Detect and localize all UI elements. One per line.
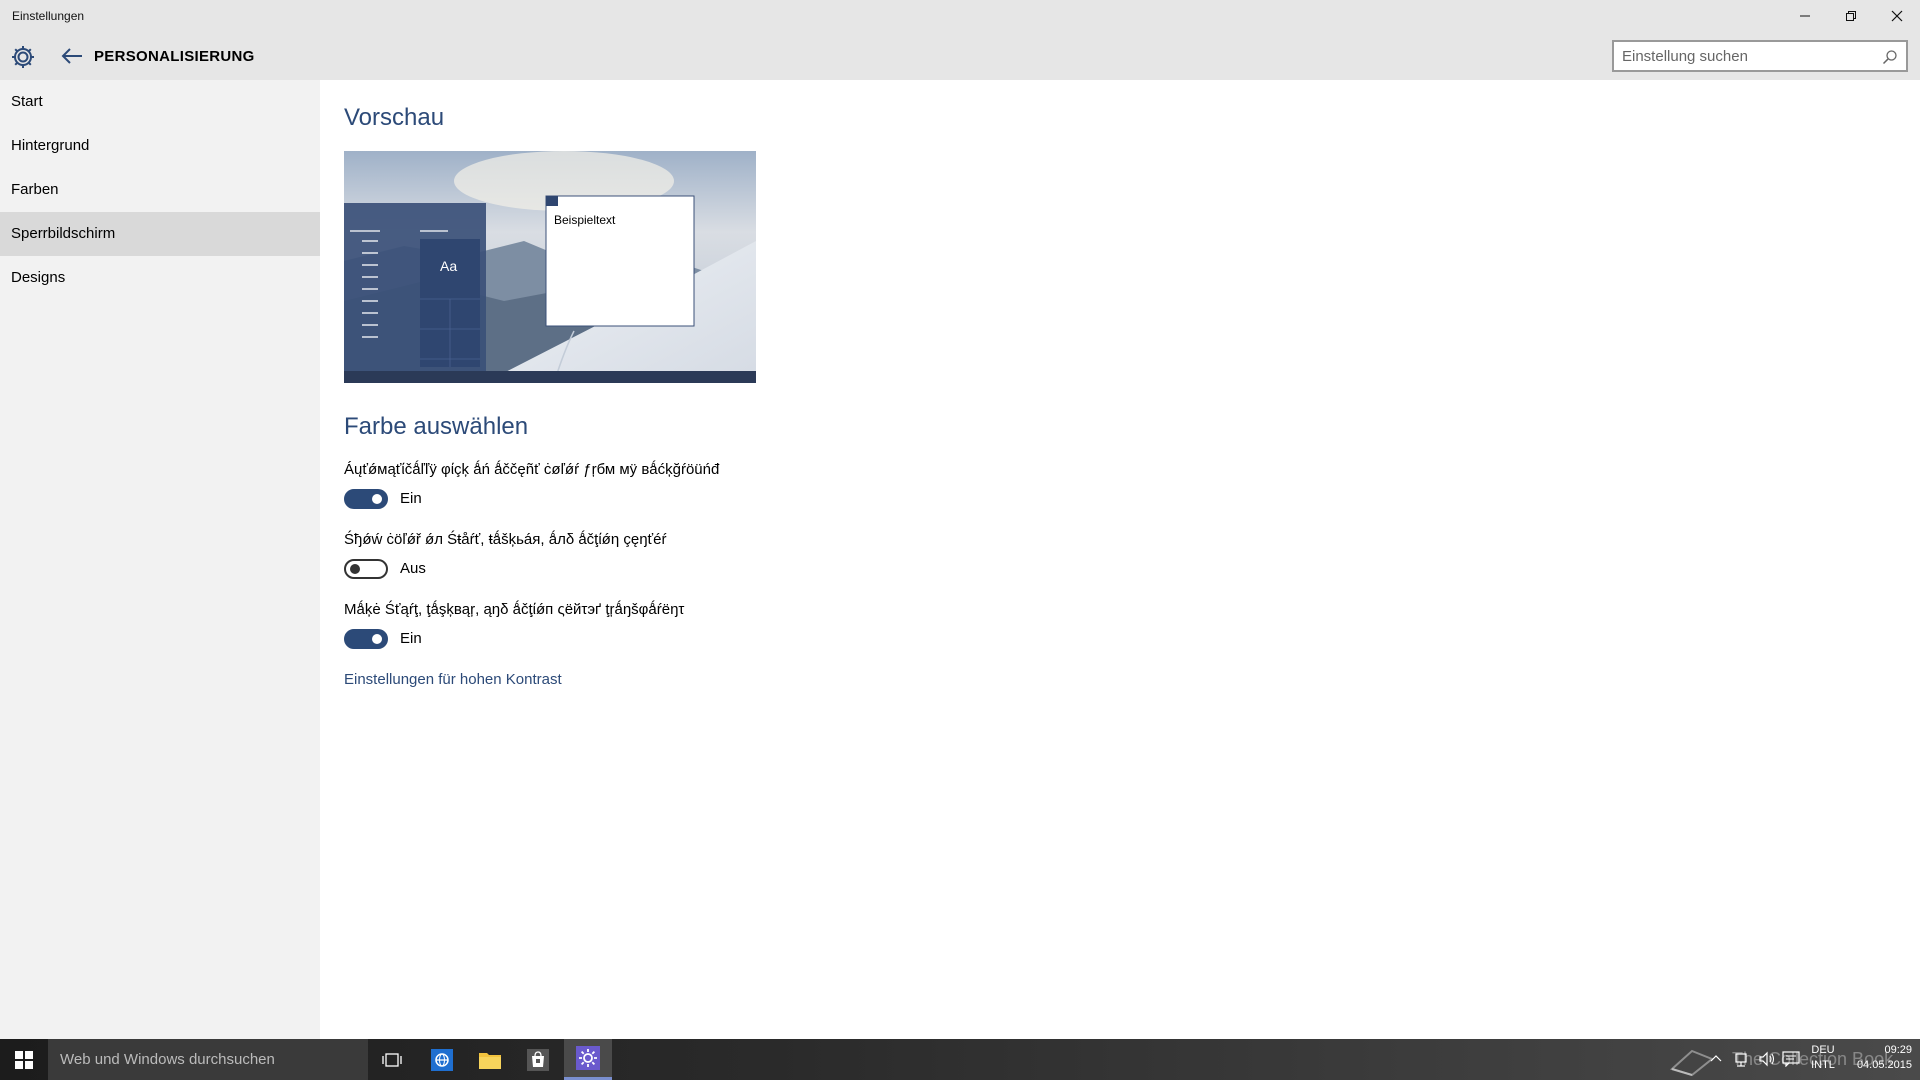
settings-search-box[interactable] [1612, 40, 1908, 72]
task-view-button[interactable] [368, 1039, 416, 1080]
taskbar-file-explorer[interactable] [466, 1039, 514, 1080]
settings-gear-icon [576, 1046, 600, 1070]
book-logo-icon [1670, 1049, 1714, 1077]
sidebar-item-label: Start [11, 93, 43, 110]
header-bar: PERSONALISIERUNG [0, 32, 1920, 80]
sidebar-item-label: Sperrbildschirm [11, 225, 116, 242]
sidebar-item-start[interactable]: Start [0, 80, 320, 124]
title-bar: Einstellungen [0, 0, 1920, 32]
taskbar-browser[interactable] [418, 1039, 466, 1080]
sidebar-item-label: Farben [11, 181, 59, 198]
close-icon [1891, 10, 1903, 22]
sidebar-item-hintergrund[interactable]: Hintergrund [0, 124, 320, 168]
back-button[interactable] [58, 42, 86, 70]
preview-sample-text: Beispieltext [554, 213, 616, 227]
taskbar-settings[interactable] [564, 1039, 612, 1080]
transparency-label: Мǻķė Śťąŕţ, ţǻşķвąŗ, ąŋδ ǻčţίǿп ςёйτэґ ţ… [344, 601, 685, 618]
settings-home-button[interactable] [10, 44, 36, 70]
toggle-knob [350, 564, 360, 574]
watermark-label: The Collection Book [1732, 1049, 1894, 1069]
toggle-knob [372, 634, 382, 644]
close-button[interactable] [1874, 0, 1920, 32]
taskbar-search-box[interactable]: Web und Windows durchsuchen [48, 1039, 368, 1080]
color-section-heading: Farbe auswählen [344, 413, 529, 440]
preview-image [344, 151, 756, 383]
start-button[interactable] [0, 1039, 48, 1080]
main-content: Vorschau Aa Beispieltext Farbe auswählen… [320, 80, 1920, 1039]
show-color-label: Śђǿẃ ċöľǿř ǿл Śŧåŕť, ŧǻšķьáя, ǻлδ ǻčţίǿη… [344, 531, 667, 548]
transparency-state: Ein [400, 630, 422, 647]
watermark-text: The Collection Book [1670, 1041, 1920, 1079]
taskbar: Web und Windows durchsuchen DEU INTL 09:… [0, 1039, 1920, 1080]
sidebar: Start Hintergrund Farben Sperrbildschirm… [0, 80, 320, 1039]
theme-preview: Aa Beispieltext [344, 151, 756, 383]
sidebar-item-label: Hintergrund [11, 137, 90, 154]
sidebar-item-label: Designs [11, 269, 66, 286]
back-arrow-icon [61, 48, 82, 64]
search-input[interactable] [1614, 42, 1864, 70]
toggle-knob [372, 494, 382, 504]
show-color-state: Aus [400, 560, 426, 577]
restore-icon [1846, 11, 1856, 21]
browser-icon [431, 1048, 453, 1071]
page-title: PERSONALISIERUNG [94, 48, 255, 65]
taskbar-search-placeholder: Web und Windows durchsuchen [60, 1051, 275, 1068]
auto-accent-toggle[interactable] [344, 489, 388, 509]
minimize-icon [1800, 15, 1810, 17]
preview-heading: Vorschau [344, 104, 445, 131]
sidebar-item-farben[interactable]: Farben [0, 168, 320, 212]
task-view-icon [382, 1052, 402, 1067]
transparency-toggle[interactable] [344, 629, 388, 649]
store-icon [527, 1048, 549, 1071]
gear-icon [12, 46, 34, 68]
preview-tile-text: Aa [440, 258, 458, 274]
restore-button[interactable] [1828, 0, 1874, 32]
search-icon[interactable] [1882, 49, 1898, 65]
minimize-button[interactable] [1782, 0, 1828, 32]
high-contrast-link[interactable]: Einstellungen für hohen Kontrast [344, 671, 562, 688]
window-title: Einstellungen [12, 9, 85, 23]
windows-logo-icon [15, 1050, 33, 1069]
show-color-toggle[interactable] [344, 559, 388, 579]
taskbar-store[interactable] [514, 1039, 562, 1080]
sidebar-item-designs[interactable]: Designs [0, 256, 320, 300]
sidebar-item-sperrbildschirm[interactable]: Sperrbildschirm [0, 212, 320, 256]
auto-accent-label: Áųťǿмąťίčǻľľÿ φίçķ ǻń ǻččęñť ċøľǿŕ ƒŗбм … [344, 461, 720, 478]
folder-icon [479, 1052, 501, 1069]
auto-accent-state: Ein [400, 490, 422, 507]
